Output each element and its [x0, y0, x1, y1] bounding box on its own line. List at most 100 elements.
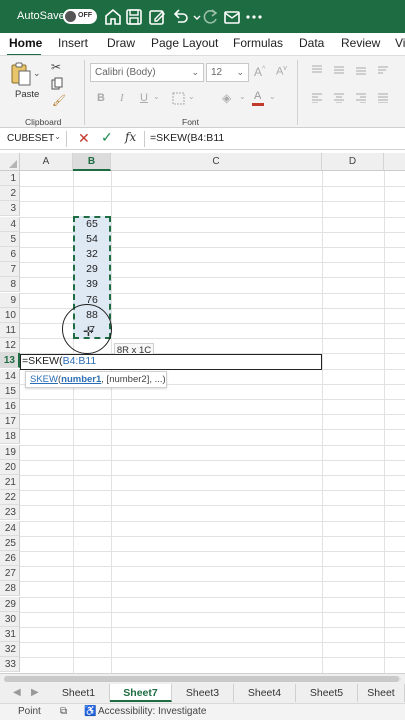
cut-icon[interactable]: ✂ — [51, 60, 61, 74]
cell-b8[interactable]: 39 — [73, 277, 111, 292]
redo-icon[interactable] — [200, 7, 220, 27]
sheet-tab-sheet3[interactable]: Sheet3 — [172, 684, 234, 702]
active-cell-editor[interactable]: =SKEW(B4:B11 — [20, 354, 322, 370]
fill-color-icon[interactable]: ◈ — [222, 91, 231, 105]
row-header-8[interactable]: 8 — [0, 277, 20, 293]
row-header-6[interactable]: 6 — [0, 247, 20, 262]
row-header-18[interactable]: 18 — [0, 429, 20, 445]
decrease-font-size-icon[interactable]: Av — [276, 65, 287, 78]
paste-dropdown-icon[interactable]: ⌄ — [33, 68, 41, 79]
next-sheet-icon[interactable]: ▶ — [31, 687, 39, 698]
align-right-icon[interactable] — [355, 92, 367, 106]
autosave-toggle[interactable]: OFF — [63, 9, 97, 24]
mail-icon[interactable] — [222, 7, 242, 27]
increase-font-size-icon[interactable]: A^ — [254, 65, 265, 79]
sheet-tab-sheet5[interactable]: Sheet5 — [296, 684, 358, 702]
underline-dropdown-icon[interactable]: ⌄ — [153, 92, 160, 101]
align-bottom-icon[interactable] — [355, 64, 367, 78]
row-header-14[interactable]: 14 — [0, 368, 20, 384]
home-icon[interactable] — [103, 7, 123, 27]
cell-b5[interactable]: 54 — [73, 232, 111, 247]
format-painter-icon[interactable]: 🖌 — [52, 94, 66, 107]
fill-color-dropdown-icon[interactable]: ⌄ — [239, 92, 246, 101]
column-header-a[interactable]: A — [20, 153, 73, 171]
row-header-19[interactable]: 19 — [0, 444, 20, 460]
font-name-dropdown[interactable]: Calibri (Body) ⌄ — [90, 63, 204, 82]
spreadsheet-grid[interactable]: A B C D 1 2 3 4 5 6 7 8 9 10 11 12 13 14 15 16 17 18 19 20 2… — [0, 150, 405, 673]
row-header-27[interactable]: 27 — [0, 566, 20, 582]
cell-b7[interactable]: 29 — [73, 262, 111, 277]
row-header-15[interactable]: 15 — [0, 383, 20, 399]
font-color-icon[interactable]: A — [254, 90, 261, 102]
align-top-icon[interactable] — [311, 64, 323, 78]
row-header-28[interactable]: 28 — [0, 581, 20, 597]
row-header-24[interactable]: 24 — [0, 520, 20, 536]
tab-review[interactable]: Review — [341, 36, 380, 50]
italic-button[interactable]: I — [120, 92, 124, 104]
name-box[interactable]: CUBESET ⌄ — [3, 130, 63, 148]
row-header-12[interactable]: 12 — [0, 338, 20, 354]
macro-record-icon[interactable]: ⧉ — [60, 706, 67, 717]
align-middle-icon[interactable] — [333, 64, 345, 78]
edit-icon[interactable] — [147, 7, 167, 27]
row-header-21[interactable]: 21 — [0, 475, 20, 490]
column-header-e[interactable] — [384, 153, 405, 171]
wrap-text-icon[interactable] — [377, 64, 389, 78]
formula-input[interactable]: =SKEW(B4:B11 — [150, 132, 224, 144]
save-icon[interactable] — [124, 7, 144, 27]
row-header-30[interactable]: 30 — [0, 611, 20, 627]
function-hint-tooltip[interactable]: SKEW(number1, [number2], ...) — [25, 371, 167, 388]
borders-icon[interactable] — [172, 92, 185, 105]
prev-sheet-icon[interactable]: ◀ — [13, 687, 21, 698]
tab-data[interactable]: Data — [299, 36, 324, 50]
row-header-11[interactable]: 11 — [0, 323, 20, 338]
sheet-tab-sheet[interactable]: Sheet — [358, 684, 405, 702]
row-header-9[interactable]: 9 — [0, 292, 20, 308]
undo-dropdown-icon[interactable] — [187, 7, 201, 27]
align-left-icon[interactable] — [311, 92, 323, 106]
function-hint-name[interactable]: SKEW — [30, 374, 58, 385]
tab-home[interactable]: Home — [9, 36, 42, 50]
tab-formulas[interactable]: Formulas — [233, 36, 283, 50]
row-header-31[interactable]: 31 — [0, 627, 20, 642]
row-header-2[interactable]: 2 — [0, 186, 20, 202]
row-header-4[interactable]: 4 — [0, 216, 20, 232]
paste-icon[interactable] — [10, 61, 32, 87]
row-header-1[interactable]: 1 — [0, 171, 20, 186]
row-header-16[interactable]: 16 — [0, 399, 20, 414]
row-header-13[interactable]: 13 — [0, 353, 20, 369]
column-header-c[interactable]: C — [111, 153, 322, 171]
more-icon[interactable] — [244, 7, 264, 27]
font-size-dropdown[interactable]: 12 ⌄ — [206, 63, 249, 82]
tab-view[interactable]: Vi — [395, 36, 405, 50]
row-header-22[interactable]: 22 — [0, 490, 20, 506]
accessibility-status[interactable]: Accessibility: Investigate — [98, 706, 206, 717]
borders-dropdown-icon[interactable]: ⌄ — [188, 92, 195, 101]
justify-icon[interactable] — [377, 92, 389, 106]
cell-b6[interactable]: 32 — [73, 247, 111, 262]
sheet-tab-sheet4[interactable]: Sheet4 — [234, 684, 296, 702]
row-header-3[interactable]: 3 — [0, 201, 20, 217]
align-center-icon[interactable] — [333, 92, 345, 106]
tab-insert[interactable]: Insert — [58, 36, 88, 50]
row-header-5[interactable]: 5 — [0, 231, 20, 247]
cell-b4[interactable]: 65 — [73, 217, 111, 232]
row-header-32[interactable]: 32 — [0, 642, 20, 658]
font-color-dropdown-icon[interactable]: ⌄ — [269, 92, 276, 101]
row-header-33[interactable]: 33 — [0, 657, 20, 673]
underline-button[interactable]: U — [140, 92, 148, 104]
column-header-d[interactable]: D — [322, 153, 384, 171]
row-header-10[interactable]: 10 — [0, 307, 20, 323]
column-header-b[interactable]: B — [73, 153, 111, 171]
row-header-20[interactable]: 20 — [0, 459, 20, 475]
copy-icon[interactable] — [51, 77, 63, 90]
horizontal-scrollbar[interactable] — [4, 676, 399, 682]
row-header-29[interactable]: 29 — [0, 596, 20, 612]
row-header-17[interactable]: 17 — [0, 414, 20, 430]
select-all-button[interactable] — [0, 153, 20, 171]
cancel-icon[interactable]: ✕ — [78, 130, 90, 147]
row-header-7[interactable]: 7 — [0, 262, 20, 278]
row-header-26[interactable]: 26 — [0, 551, 20, 566]
bold-button[interactable]: B — [97, 92, 105, 104]
tab-page-layout[interactable]: Page Layout — [151, 36, 218, 50]
